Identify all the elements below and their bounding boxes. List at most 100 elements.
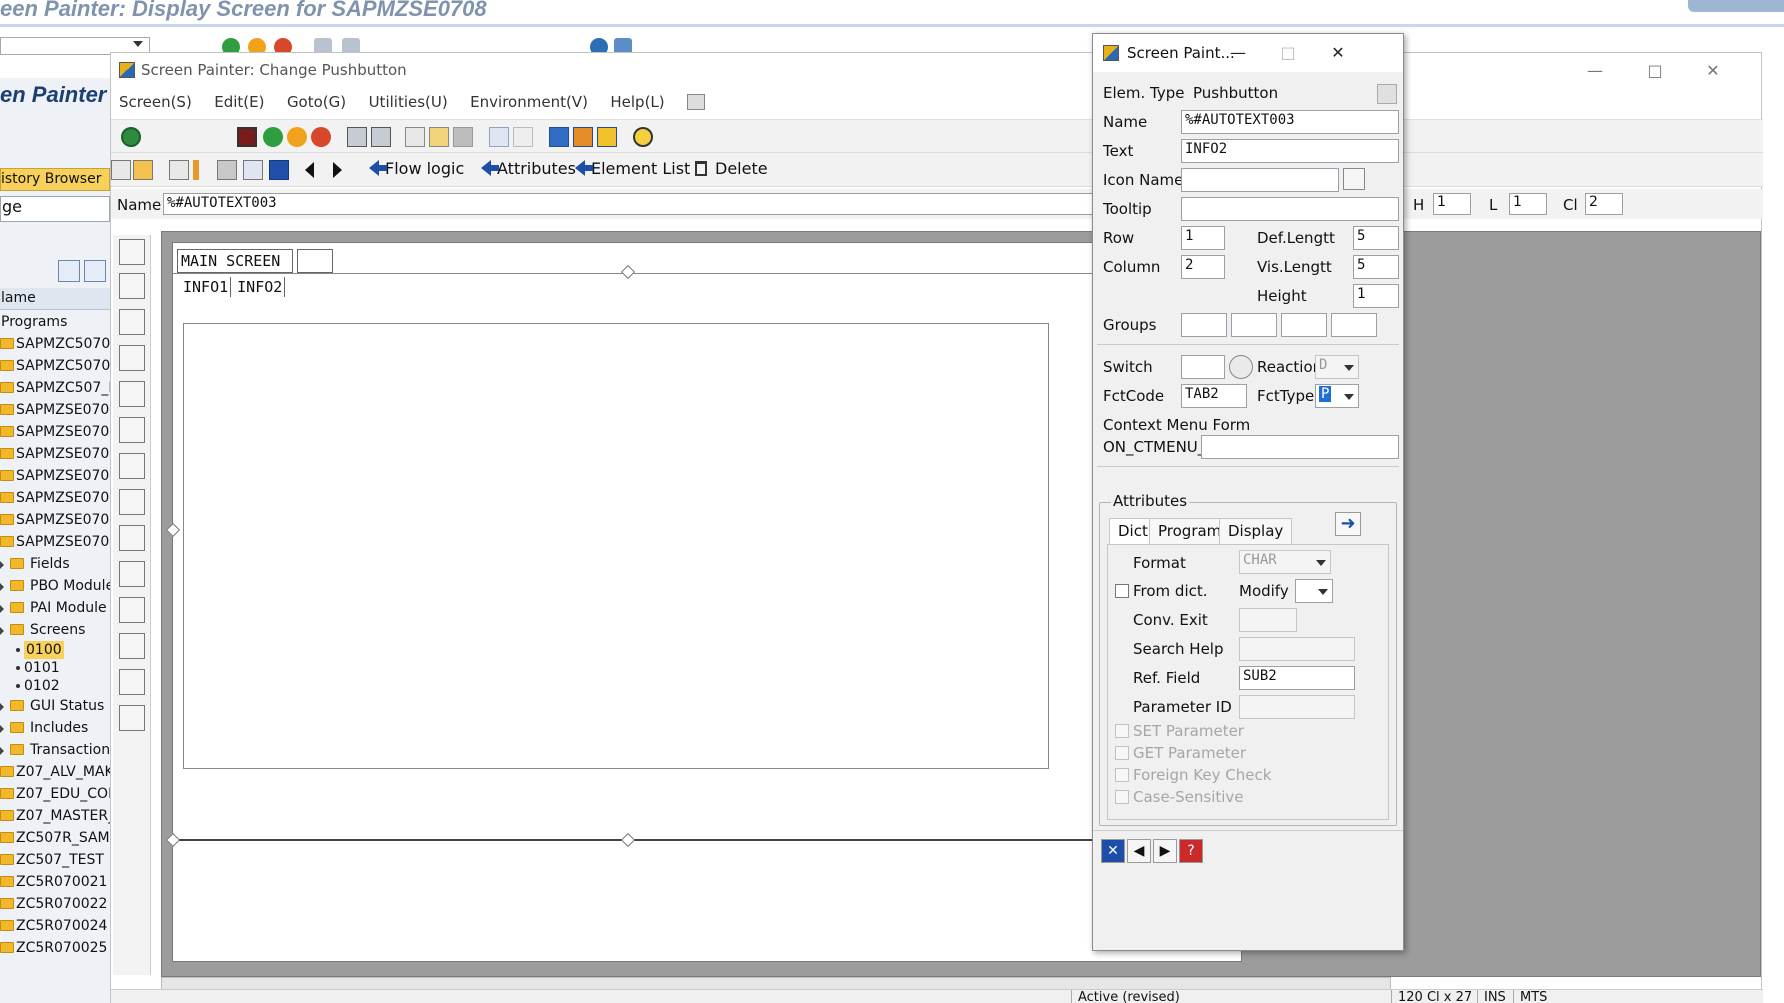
- table-wizard-icon[interactable]: [119, 633, 145, 659]
- expand-arrow-icon[interactable]: [0, 747, 4, 755]
- tree-item[interactable]: Z07_MASTER_: [0, 805, 110, 827]
- close-dialog-icon[interactable]: ✕: [1101, 839, 1125, 863]
- expand-icon[interactable]: [58, 260, 80, 282]
- hierarchy-icon[interactable]: [169, 160, 189, 180]
- cut-icon[interactable]: [405, 127, 425, 147]
- pushbutton-icon[interactable]: [119, 417, 145, 443]
- custom-control-icon[interactable]: [119, 669, 145, 695]
- tree-item[interactable]: ZC5R070024: [0, 915, 110, 937]
- switch-icon[interactable]: [1229, 355, 1253, 379]
- tab-display[interactable]: Display: [1219, 518, 1293, 544]
- arrow-right-icon[interactable]: ➜: [1335, 512, 1361, 536]
- tree-item[interactable]: 0100: [0, 641, 110, 659]
- from-dict-checkbox[interactable]: [1115, 584, 1129, 598]
- maximize-icon[interactable]: □: [1273, 42, 1303, 64]
- height-field[interactable]: 1: [1353, 284, 1399, 308]
- tree-item[interactable]: SAPMZSE0707: [0, 509, 110, 531]
- edit-icon[interactable]: [111, 160, 131, 180]
- group-field-3[interactable]: [1281, 313, 1327, 337]
- undo-icon[interactable]: [489, 127, 509, 147]
- main-screen-label[interactable]: MAIN SCREEN: [177, 249, 293, 273]
- input-box[interactable]: [297, 249, 333, 273]
- def-length-field[interactable]: 5: [1353, 226, 1399, 250]
- fcttype-select[interactable]: P: [1315, 384, 1359, 408]
- cl-field[interactable]: 2: [1585, 193, 1623, 215]
- box-icon[interactable]: [119, 525, 145, 551]
- command-dropdown-icon[interactable]: [133, 41, 143, 47]
- tree-item[interactable]: ZC5R070021: [0, 871, 110, 893]
- tooltip-field[interactable]: [1181, 197, 1399, 221]
- reaction-select[interactable]: D: [1315, 355, 1359, 379]
- menu-help[interactable]: Help(L): [610, 93, 664, 111]
- case-sensitive-checkbox[interactable]: [1115, 790, 1129, 804]
- exit-icon[interactable]: [287, 127, 307, 147]
- format-select[interactable]: CHAR: [1239, 550, 1331, 574]
- close-icon[interactable]: ✕: [1693, 59, 1733, 83]
- status-icon-icon[interactable]: [119, 705, 145, 731]
- tabstrip-icon[interactable]: [119, 453, 145, 479]
- tree-item[interactable]: Z07_ALV_MAK: [0, 761, 110, 783]
- tree-item[interactable]: ZC507R_SAMP: [0, 827, 110, 849]
- parameter-id-field[interactable]: [1239, 695, 1355, 719]
- tree-item[interactable]: SAPMZC507_F: [0, 377, 110, 399]
- table-control-icon[interactable]: [119, 597, 145, 623]
- minimize-icon[interactable]: —: [1223, 42, 1253, 64]
- resize-handle[interactable]: [620, 264, 636, 280]
- expand-arrow-icon[interactable]: [0, 605, 4, 613]
- delete-button[interactable]: Delete: [695, 159, 768, 181]
- text-field-icon[interactable]: [119, 273, 145, 299]
- foreign-key-check-checkbox[interactable]: [1115, 768, 1129, 782]
- tree-item[interactable]: 0101: [0, 659, 110, 677]
- subscreen-icon[interactable]: [119, 561, 145, 587]
- conv-exit-field[interactable]: [1239, 608, 1297, 632]
- collapse-icon[interactable]: [84, 260, 106, 282]
- layout-window-2-icon[interactable]: [573, 127, 593, 147]
- column-field[interactable]: 2: [1181, 255, 1225, 279]
- input-field-icon[interactable]: [119, 309, 145, 335]
- flow-logic-button[interactable]: Flow logic: [369, 159, 464, 181]
- help-icon[interactable]: ?: [1179, 839, 1203, 863]
- element-list-button[interactable]: Element List: [575, 159, 690, 181]
- elem-type-icon[interactable]: [1377, 84, 1397, 104]
- name-field[interactable]: %#AUTOTEXT003: [1181, 110, 1399, 134]
- checkbox-icon[interactable]: [119, 345, 145, 371]
- tree-item[interactable]: 0102: [0, 677, 110, 695]
- print-icon[interactable]: [347, 127, 367, 147]
- tree-item[interactable]: SAPMZSE0708: [0, 531, 110, 553]
- tree-item[interactable]: Transaction: [0, 739, 110, 761]
- move-icon[interactable]: [243, 160, 263, 180]
- enter-icon[interactable]: [121, 127, 141, 147]
- search-help-field[interactable]: [1239, 637, 1355, 661]
- layout-window-icon[interactable]: [549, 127, 569, 147]
- tree-item[interactable]: SAPMZSE0703: [0, 443, 110, 465]
- resize-handle[interactable]: [620, 832, 636, 848]
- background-window-controls[interactable]: [1688, 0, 1784, 12]
- close-icon[interactable]: ✕: [1323, 42, 1353, 64]
- group-field-2[interactable]: [1231, 313, 1277, 337]
- group-field-4[interactable]: [1331, 313, 1377, 337]
- h-field[interactable]: 1: [1433, 193, 1471, 215]
- expand-arrow-icon[interactable]: [0, 583, 4, 591]
- resize-handle[interactable]: [165, 832, 181, 848]
- repository-browser-button[interactable]: istory Browser: [0, 168, 110, 191]
- tree-item[interactable]: SAPMZSE0705: [0, 487, 110, 509]
- screen-canvas[interactable]: MAIN SCREEN INFO1 INFO2: [165, 242, 1243, 962]
- redo-icon[interactable]: [513, 127, 533, 147]
- tree-item[interactable]: SAPMZSE0704: [0, 465, 110, 487]
- icon-name-field[interactable]: [1181, 168, 1339, 192]
- tabstrip-wizard-icon[interactable]: [119, 489, 145, 515]
- next-icon[interactable]: [333, 162, 342, 178]
- tree-item[interactable]: SAPMZC50700: [0, 333, 110, 355]
- tree-item[interactable]: GUI Status: [0, 695, 110, 717]
- customize-layout-icon[interactable]: [687, 94, 706, 110]
- text-field[interactable]: INFO2: [1181, 139, 1399, 163]
- menu-utilities[interactable]: Utilities(U): [369, 93, 448, 111]
- tab-info1[interactable]: INFO1: [181, 277, 232, 297]
- fctcode-field[interactable]: TAB2: [1181, 384, 1247, 408]
- element-name-field[interactable]: %#AUTOTEXT003: [163, 193, 1193, 215]
- menu-screen[interactable]: Screen(S): [119, 93, 192, 111]
- find-icon[interactable]: [371, 127, 391, 147]
- group-field-1[interactable]: [1181, 313, 1227, 337]
- tree-item[interactable]: SAPMZC50700: [0, 355, 110, 377]
- next-element-icon[interactable]: ▶: [1153, 839, 1177, 863]
